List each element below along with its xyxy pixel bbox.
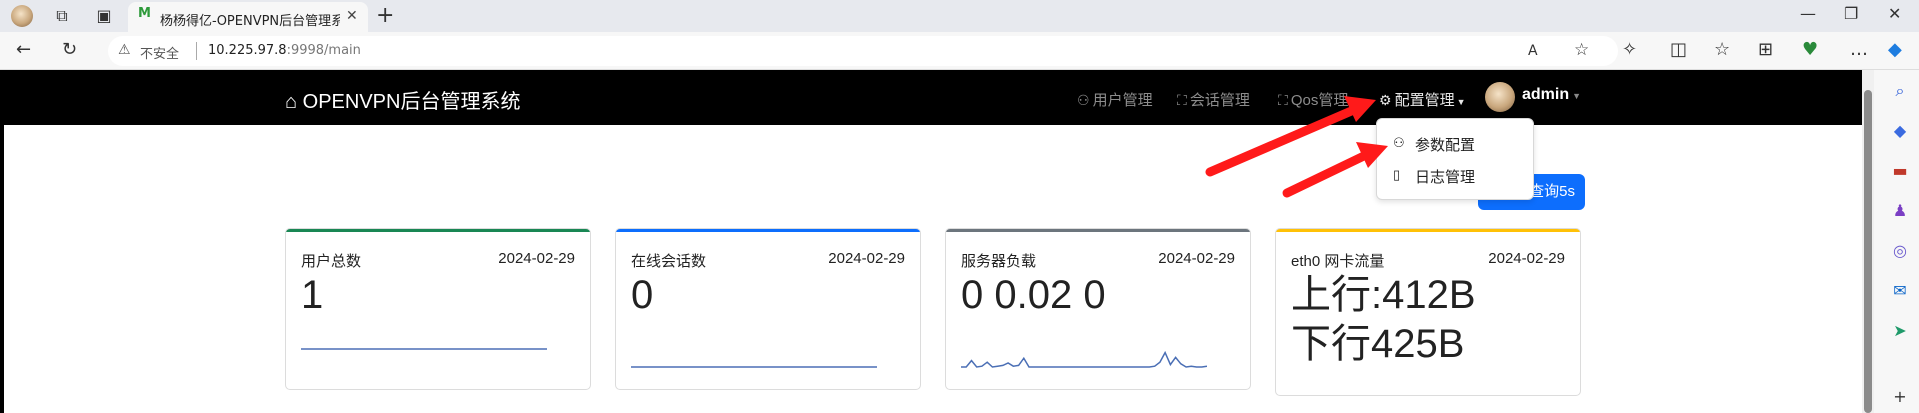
card-value-up: 上行:412B: [1291, 273, 1476, 317]
outlook-icon[interactable]: ✉: [1889, 280, 1911, 302]
card-eth0-traffic: eth0 网卡流量 2024-02-29 上行:412B 下行425B: [1275, 228, 1581, 396]
card-title: 用户总数: [301, 253, 362, 270]
extensions-icon[interactable]: ✧: [1622, 40, 1637, 60]
card-title: 在线会话数: [631, 253, 707, 270]
card-online-sessions: 在线会话数 2024-02-29 0: [615, 228, 921, 390]
tab-favicon: M: [138, 6, 151, 21]
page-scrollbar[interactable]: [1862, 70, 1874, 413]
card-accent-bar: [286, 229, 590, 232]
refresh-icon[interactable]: ↻: [62, 40, 77, 60]
menu-item-log-management[interactable]: ▯ 日志管理: [1377, 161, 1533, 189]
nav-label: 会话管理: [1189, 92, 1250, 109]
card-date: 2024-02-29: [1158, 250, 1235, 267]
top-navbar: ⌂ OPENVPN后台管理系统 ⚇ 用户管理 ⛶ 会话管理 ⛶ Qos管理 ⚙ 配置管理…: [4, 70, 1866, 125]
menu-item-label: 日志管理: [1415, 169, 1476, 186]
tab-title: 杨杨得亿-OPENVPN后台管理系统: [160, 14, 340, 29]
read-aloud-icon[interactable]: A: [1528, 41, 1538, 61]
url-text[interactable]: 10.225.97.8:9998/main: [208, 43, 361, 58]
back-icon[interactable]: ←: [16, 40, 31, 60]
performance-icon[interactable]: ♥: [1802, 40, 1818, 60]
nav-label: 用户管理: [1092, 92, 1153, 109]
config-dropdown-menu: ⚇ 参数配置 ▯ 日志管理: [1376, 118, 1534, 200]
office-icon[interactable]: ◎: [1889, 240, 1911, 262]
user-menu[interactable]: admin ▼: [1522, 86, 1581, 104]
nav-session-management[interactable]: ⛶ 会话管理: [1177, 89, 1250, 110]
sparkline-users: [301, 348, 547, 350]
card-value-down: 下行425B: [1291, 322, 1465, 366]
workspaces-icon[interactable]: ⧉: [50, 4, 74, 28]
menu-item-param-config[interactable]: ⚇ 参数配置: [1377, 129, 1533, 157]
caret-down-icon: ▼: [1456, 97, 1466, 107]
minimize-icon[interactable]: —: [1800, 4, 1816, 23]
person-add-icon: ⚇: [1077, 92, 1090, 108]
warning-icon[interactable]: ⚠: [118, 42, 131, 58]
sparkline-sessions: [631, 366, 877, 368]
brand-text: OPENVPN后台管理系统: [302, 91, 521, 113]
clipboard-icon: ▯: [1393, 167, 1401, 182]
nav-label: 配置管理: [1394, 92, 1455, 109]
nav-label: Qos管理: [1290, 92, 1349, 109]
close-tab-icon[interactable]: ✕: [346, 8, 358, 24]
fullscreen-icon: ⛶: [1177, 92, 1187, 108]
insecure-label[interactable]: 不安全: [140, 43, 179, 62]
user-name: admin: [1522, 86, 1570, 103]
card-date: 2024-02-29: [1488, 250, 1565, 267]
url-divider: [196, 42, 197, 60]
games-icon[interactable]: ♟: [1889, 200, 1911, 222]
browser-tab[interactable]: M 杨杨得亿-OPENVPN后台管理系统 ✕: [128, 2, 368, 32]
card-date: 2024-02-29: [828, 250, 905, 267]
scrollbar-thumb[interactable]: [1864, 90, 1872, 413]
gear-icon: ⚙: [1379, 92, 1392, 108]
tab-actions-icon[interactable]: ▣: [92, 4, 116, 28]
collections-icon[interactable]: ⊞: [1758, 40, 1773, 60]
copilot-icon[interactable]: ◆: [1888, 40, 1902, 60]
browser-titlebar: ⧉ ▣ M 杨杨得亿-OPENVPN后台管理系统 ✕ + — ❐ ✕: [0, 0, 1919, 32]
card-value: 0 0.02 0: [961, 273, 1106, 317]
nav-user-management[interactable]: ⚇ 用户管理: [1077, 89, 1153, 110]
card-total-users: 用户总数 2024-02-29 1: [285, 228, 591, 390]
favorite-star-icon[interactable]: ☆: [1574, 40, 1589, 60]
sparkline-path: [961, 350, 1207, 368]
brand-link[interactable]: ⌂ OPENVPN后台管理系统: [285, 85, 520, 114]
card-title: eth0 网卡流量: [1291, 253, 1385, 270]
new-tab-button[interactable]: +: [376, 3, 394, 28]
web-page: ⌂ OPENVPN后台管理系统 ⚇ 用户管理 ⛶ 会话管理 ⛶ Qos管理 ⚙ 配置管理…: [0, 70, 1866, 413]
browser-toolbar: ← ↻ ⚠ 不安全 10.225.97.8:9998/main A ☆ ✧ ◫ …: [0, 32, 1919, 70]
close-window-icon[interactable]: ✕: [1888, 4, 1901, 23]
card-date: 2024-02-29: [498, 250, 575, 267]
drop-icon[interactable]: ➤: [1889, 320, 1911, 342]
card-accent-bar: [616, 229, 920, 232]
shopping-tag-icon[interactable]: ◆: [1889, 120, 1911, 142]
url-path: :9998/main: [286, 43, 361, 58]
nav-qos-management[interactable]: ⛶ Qos管理: [1278, 89, 1348, 110]
toolbox-icon[interactable]: ▬: [1889, 160, 1911, 182]
search-icon[interactable]: ⌕: [1889, 80, 1911, 102]
card-value: 0: [631, 273, 654, 317]
card-title: 服务器负载: [961, 253, 1037, 270]
card-accent-bar: [1276, 229, 1580, 232]
card-accent-bar: [946, 229, 1250, 232]
split-screen-icon[interactable]: ◫: [1670, 40, 1687, 60]
card-value: 1: [301, 273, 324, 317]
card-server-load: 服务器负载 2024-02-29 0 0.02 0: [945, 228, 1251, 390]
home-icon: ⌂: [285, 91, 303, 113]
menu-item-label: 参数配置: [1415, 137, 1476, 154]
favorites-icon[interactable]: ☆: [1714, 40, 1730, 60]
fullscreen-icon: ⛶: [1278, 92, 1288, 108]
url-host: 10.225.97.8: [208, 43, 287, 58]
nav-config-management[interactable]: ⚙ 配置管理 ▼: [1379, 89, 1466, 110]
restore-icon[interactable]: ❐: [1844, 4, 1858, 23]
address-bar[interactable]: ⚠ 不安全 10.225.97.8:9998/main A ☆: [108, 36, 1618, 66]
sparkline-load: [961, 350, 1207, 368]
add-sidebar-icon[interactable]: +: [1889, 386, 1911, 408]
avatar[interactable]: [1485, 82, 1515, 112]
profile-avatar-icon[interactable]: [10, 4, 34, 28]
caret-down-icon: ▼: [1572, 91, 1582, 101]
person-gear-icon: ⚇: [1393, 135, 1405, 150]
more-icon[interactable]: …: [1850, 40, 1868, 60]
